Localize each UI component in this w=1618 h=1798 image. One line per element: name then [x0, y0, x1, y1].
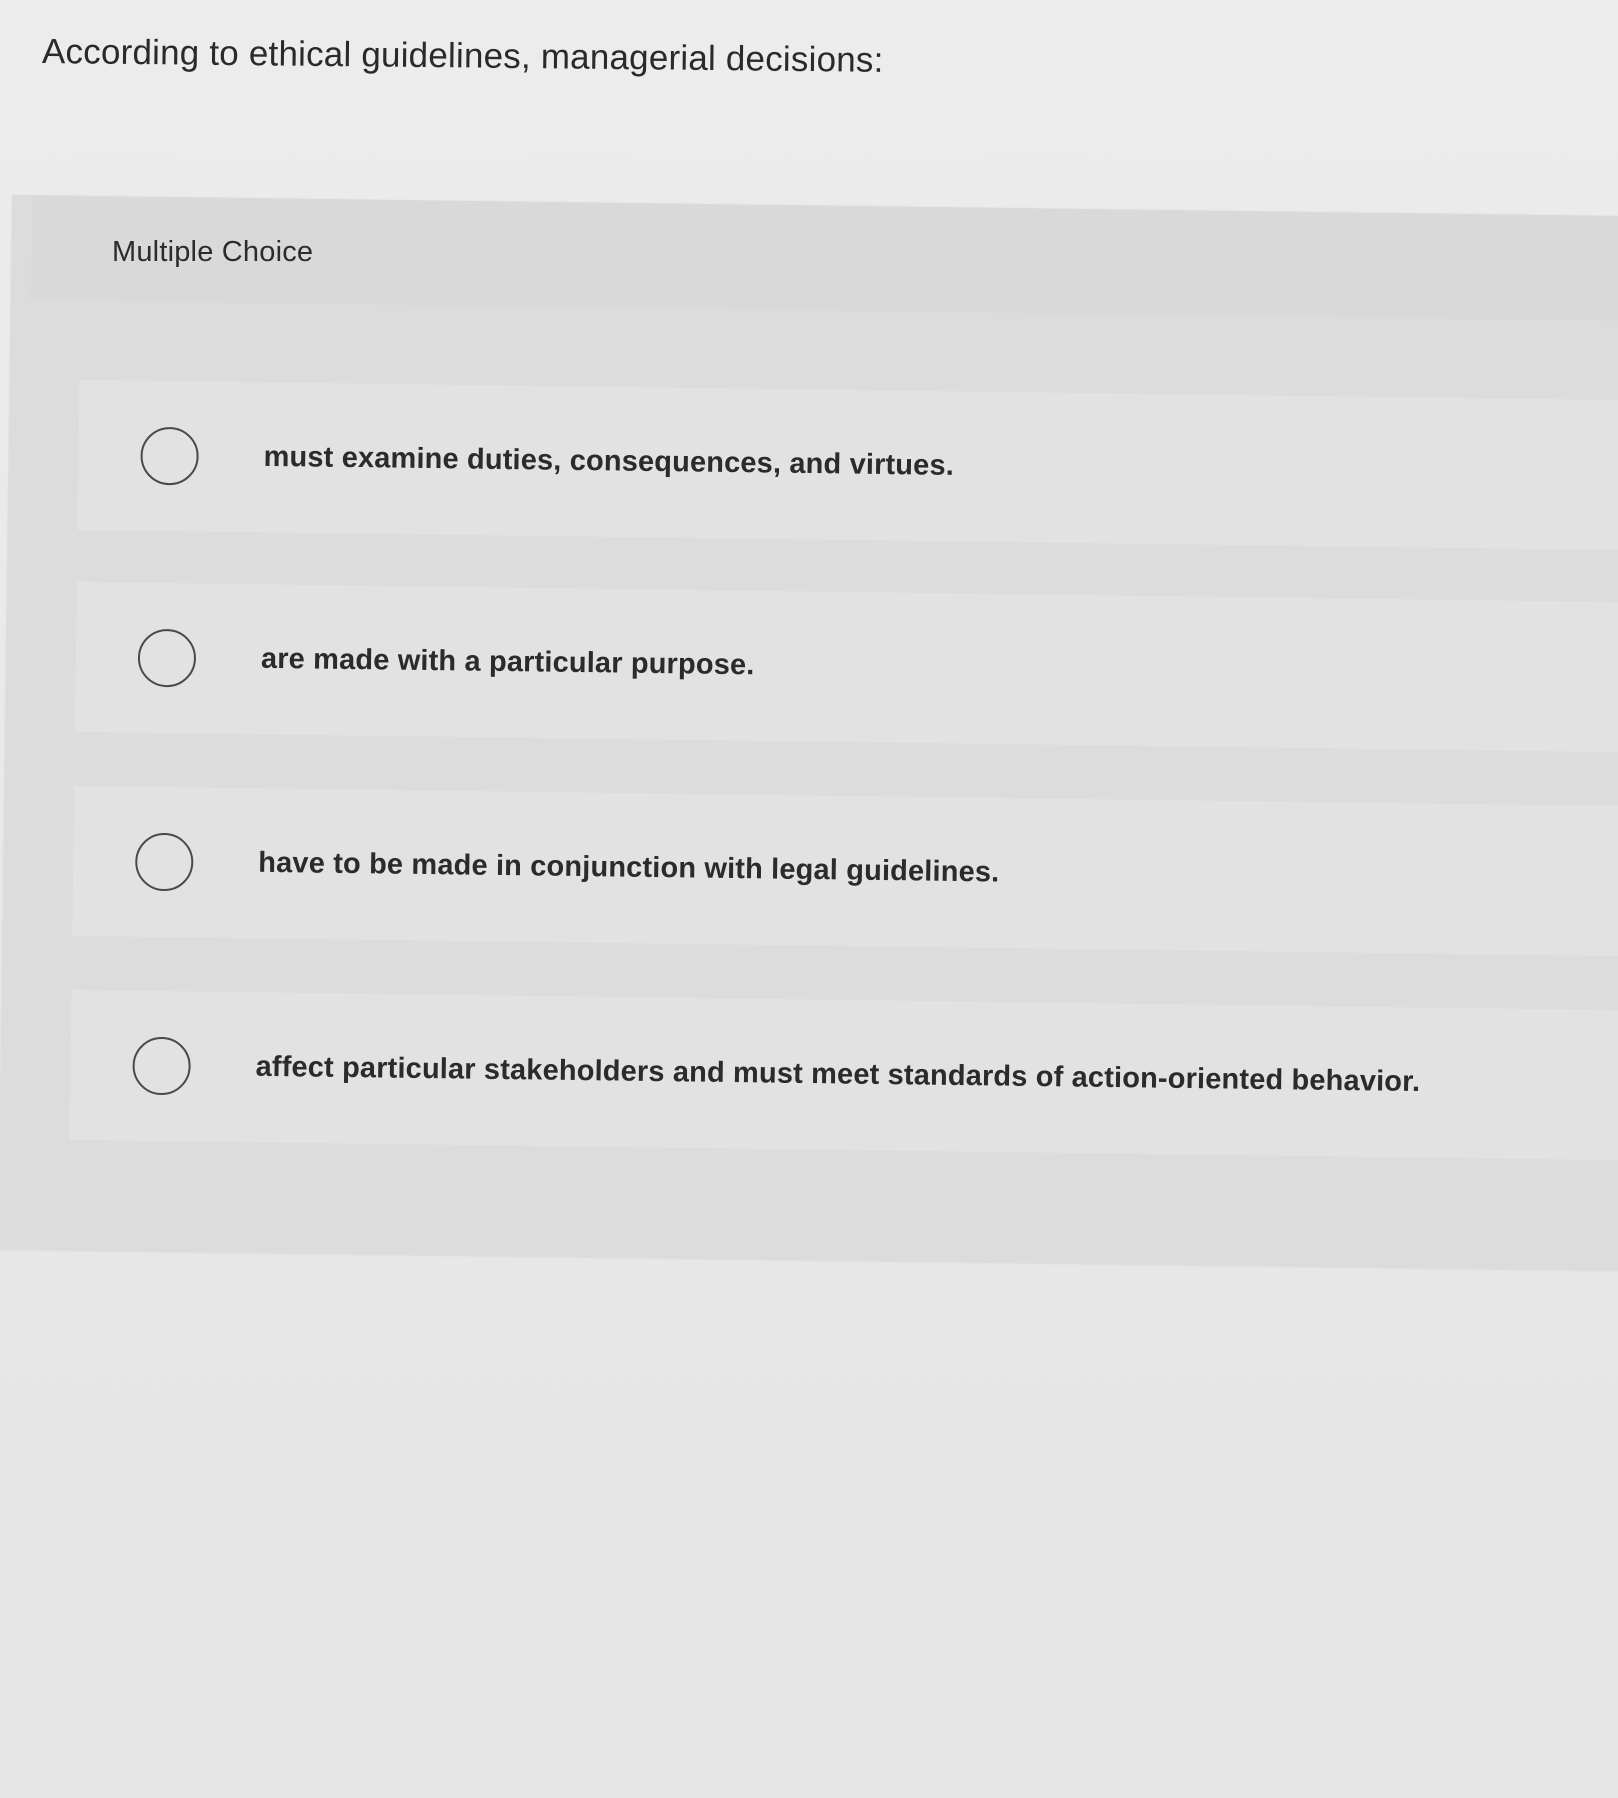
question-type-label: Multiple Choice — [112, 236, 314, 268]
answer-option-4[interactable]: affect particular stakeholders and must … — [69, 989, 1618, 1161]
radio-button-icon[interactable] — [137, 628, 197, 688]
multiple-choice-panel: must examine duties, consequences, and v… — [0, 195, 1618, 1272]
answer-option-3[interactable]: have to be made in conjunction with lega… — [72, 785, 1618, 957]
radio-button-icon[interactable] — [132, 1036, 191, 1096]
answer-options: must examine duties, consequences, and v… — [0, 195, 1618, 1271]
answer-option-label: must examine duties, consequences, and v… — [263, 440, 955, 482]
radio-button-icon[interactable] — [140, 426, 199, 486]
answer-option-label: have to be made in conjunction with lega… — [258, 846, 1000, 889]
question-text: According to ethical guidelines, manager… — [41, 32, 884, 80]
answer-option-label: affect particular stakeholders and must … — [255, 1050, 1421, 1099]
answer-option-label: are made with a particular purpose. — [260, 642, 755, 682]
answer-option-2[interactable]: are made with a particular purpose. — [74, 581, 1618, 753]
answer-option-1[interactable]: must examine duties, consequences, and v… — [77, 379, 1618, 551]
radio-button-icon[interactable] — [134, 832, 194, 892]
